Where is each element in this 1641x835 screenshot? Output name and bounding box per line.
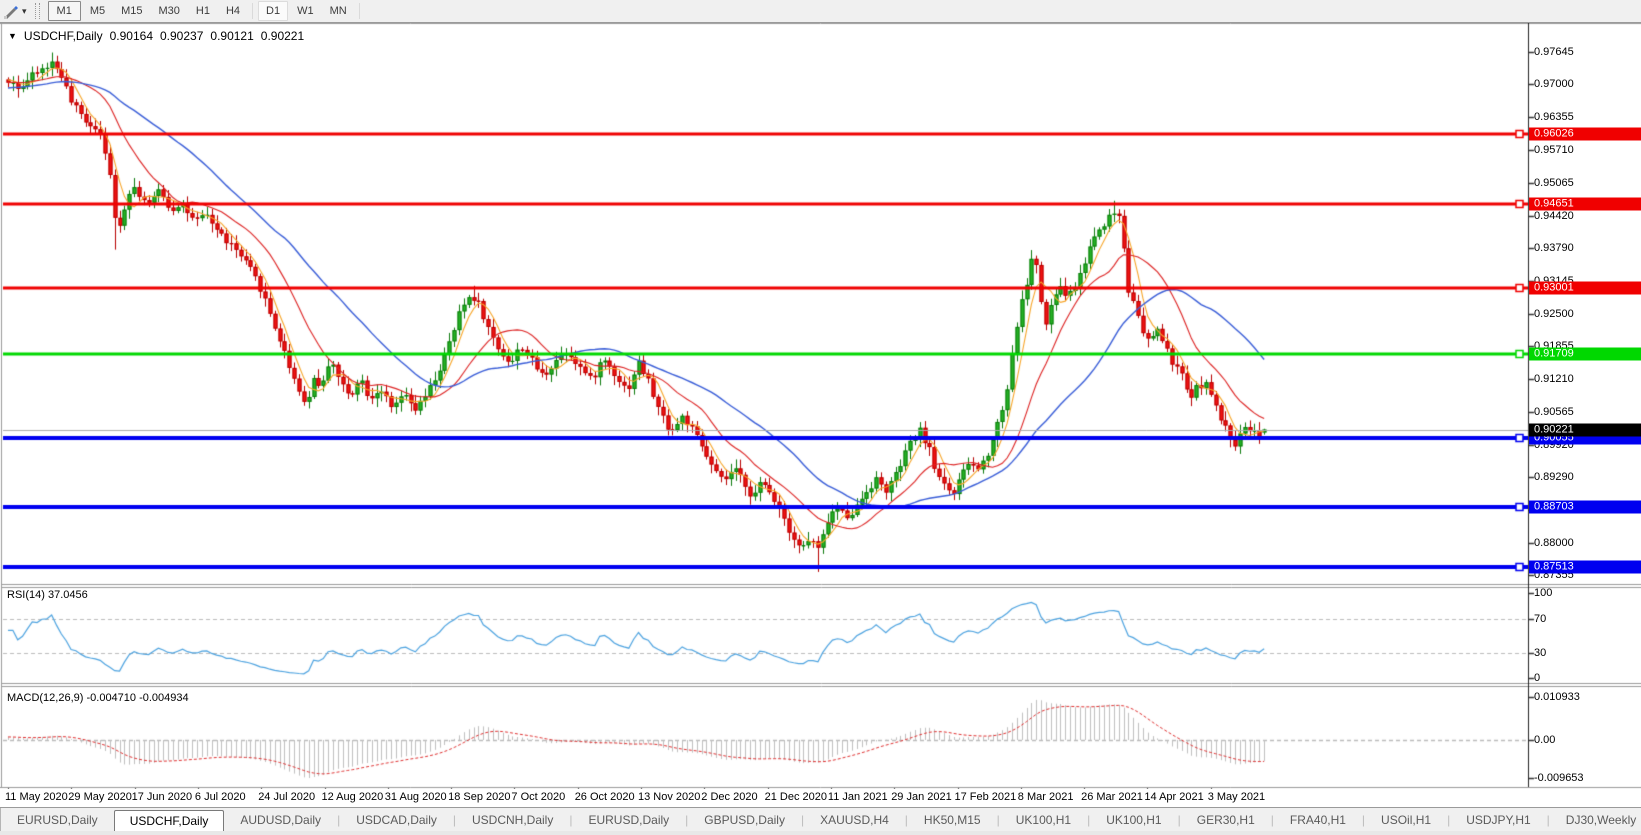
timeframe-button-d1[interactable]: D1 (258, 1, 288, 21)
terminal-window: ▾ M1M5M15M30H1H4 D1W1MN ▼ USDCHF,Daily 0.… (0, 0, 1641, 835)
price-scale-label: 0.93790 (1534, 242, 1574, 254)
price-scale-label: 0.88000 (1534, 537, 1574, 549)
symbol-tab-usdchf[interactable]: USDCHF,Daily (114, 810, 225, 832)
chart-area: ▼ USDCHF,Daily 0.90164 0.90237 0.90121 0… (0, 23, 1641, 789)
price-scale-label: 0.96355 (1534, 111, 1574, 123)
hline-price-badge[interactable]: 0.88703 (1529, 500, 1641, 513)
draw-tool-button[interactable]: ▾ (1, 2, 29, 20)
date-axis-label: 12 Aug 2020 (322, 791, 384, 803)
timeframe-toolbar: ▾ M1M5M15M30H1H4 D1W1MN (0, 0, 1641, 23)
toolbar-grip[interactable] (35, 3, 40, 19)
chart-high-value: 0.90237 (160, 29, 203, 43)
rsi-scale-label: 0 (1534, 672, 1540, 684)
hline-price-badge[interactable]: 0.87513 (1529, 561, 1641, 574)
date-axis-label: 7 Oct 2020 (511, 791, 565, 803)
timeframe-button-m5[interactable]: M5 (83, 2, 112, 20)
timeframe-button-m1[interactable]: M1 (48, 1, 81, 21)
chart-title: ▼ USDCHF,Daily 0.90164 0.90237 0.90121 0… (8, 29, 304, 43)
price-chart-canvas[interactable] (0, 23, 1641, 789)
macd-scale-label: 0.010933 (1534, 691, 1580, 703)
date-axis-label: 31 Aug 2020 (385, 791, 447, 803)
macd-scale-label: -0.009653 (1534, 772, 1584, 784)
price-scale-label: 0.97645 (1534, 46, 1574, 58)
chart-close-value: 0.90221 (261, 29, 304, 43)
price-scale-label: 0.97000 (1534, 78, 1574, 90)
price-scale-label: 0.91210 (1534, 373, 1574, 385)
symbol-tab-xauusd[interactable]: XAUUSD,H4 (804, 809, 905, 831)
price-scale-label: 0.94420 (1534, 210, 1574, 222)
date-axis-label: 17 Feb 2021 (955, 791, 1017, 803)
date-axis-label: 29 Jan 2021 (891, 791, 952, 803)
rsi-scale-label: 30 (1534, 647, 1546, 659)
symbol-tabs: EURUSD,DailyUSDCHF,DailyAUDUSD,Daily|USD… (1, 809, 1641, 832)
date-axis-label: 24 Jul 2020 (258, 791, 315, 803)
price-scale-label: 0.90565 (1534, 406, 1574, 418)
hline-price-badge[interactable]: 0.96026 (1529, 127, 1641, 140)
date-axis-label: 21 Dec 2020 (765, 791, 827, 803)
symbol-tab-hk50[interactable]: HK50,M15 (908, 809, 997, 831)
rsi-scale-label: 70 (1534, 613, 1546, 625)
date-axis-label: 13 Nov 2020 (638, 791, 700, 803)
date-axis-label: 26 Mar 2021 (1081, 791, 1143, 803)
price-scale-label: 0.89290 (1534, 471, 1574, 483)
symbol-tab-audusd[interactable]: AUDUSD,Daily (224, 809, 337, 831)
timeframe-button-mn[interactable]: MN (323, 2, 354, 20)
symbol-tab-eurusd[interactable]: EURUSD,Daily (572, 809, 685, 831)
timeframe-button-m15[interactable]: M15 (114, 2, 149, 20)
macd-indicator-label: MACD(12,26,9) -0.004710 -0.004934 (7, 692, 189, 704)
price-scale-label: 0.95710 (1534, 144, 1574, 156)
symbol-tab-uk100[interactable]: UK100,H1 (1090, 809, 1177, 831)
symbol-tab-gbpusd[interactable]: GBPUSD,Daily (688, 809, 801, 831)
symbol-tab-usdcnh[interactable]: USDCNH,Daily (456, 809, 569, 831)
chevron-down-icon: ▾ (22, 6, 27, 17)
bottom-strip (0, 831, 1641, 835)
timeframe-button-w1[interactable]: W1 (290, 2, 321, 20)
date-axis-label: 18 Sep 2020 (448, 791, 510, 803)
chart-low-value: 0.90121 (210, 29, 253, 43)
timeframe-button-h4[interactable]: H4 (219, 2, 247, 20)
date-axis-label: 2 Dec 2020 (701, 791, 757, 803)
current-price-badge: 0.90221 (1529, 423, 1641, 436)
date-axis-label: 29 May 2020 (68, 791, 132, 803)
date-axis-label: 14 Apr 2021 (1144, 791, 1203, 803)
date-axis-label: 17 Jun 2020 (132, 791, 193, 803)
symbol-tab-usoil[interactable]: USOil,H1 (1365, 809, 1447, 831)
macd-scale-label: 0.00 (1534, 734, 1555, 746)
date-axis-label: 8 Mar 2021 (1018, 791, 1074, 803)
date-axis-label: 3 May 2021 (1208, 791, 1265, 803)
timeframe-button-m30[interactable]: M30 (152, 2, 187, 20)
symbol-tab-dj30[interactable]: DJ30,Weekly (1550, 809, 1641, 831)
symbol-tab-usdcad[interactable]: USDCAD,Daily (340, 809, 453, 831)
hline-price-badge[interactable]: 0.93001 (1529, 282, 1641, 295)
timeframe-buttons: M1M5M15M30H1H4 D1W1MN (47, 1, 364, 21)
date-axis-label: 26 Oct 2020 (575, 791, 635, 803)
rsi-scale-label: 100 (1534, 587, 1552, 599)
hline-price-badge[interactable]: 0.91709 (1529, 347, 1641, 360)
timeframe-button-h1[interactable]: H1 (189, 2, 217, 20)
pencil-icon (3, 3, 19, 19)
date-axis-label: 11 Jan 2021 (828, 791, 888, 803)
symbol-tab-eurusd[interactable]: EURUSD,Daily (1, 809, 114, 831)
date-axis-label: 11 May 2020 (5, 791, 68, 803)
price-scale-label: 0.92500 (1534, 308, 1574, 320)
price-scale-label: 0.95065 (1534, 177, 1574, 189)
symbol-tab-fra40[interactable]: FRA40,H1 (1274, 809, 1362, 831)
date-axis-label: 6 Jul 2020 (195, 791, 246, 803)
toolbar-separator (359, 3, 360, 19)
hline-price-badge[interactable]: 0.94651 (1529, 198, 1641, 211)
symbol-tab-bar: EURUSD,DailyUSDCHF,DailyAUDUSD,Daily|USD… (0, 807, 1641, 832)
symbol-tab-usdjpy[interactable]: USDJPY,H1 (1450, 809, 1546, 831)
toolbar-separator (252, 3, 253, 19)
chart-dropdown-icon[interactable]: ▼ (8, 31, 17, 41)
symbol-tab-uk100[interactable]: UK100,H1 (1000, 809, 1087, 831)
rsi-indicator-label: RSI(14) 37.0456 (7, 589, 88, 601)
chart-symbol-period: USDCHF,Daily (24, 29, 103, 43)
symbol-tab-ger30[interactable]: GER30,H1 (1181, 809, 1271, 831)
chart-open-value: 0.90164 (110, 29, 153, 43)
